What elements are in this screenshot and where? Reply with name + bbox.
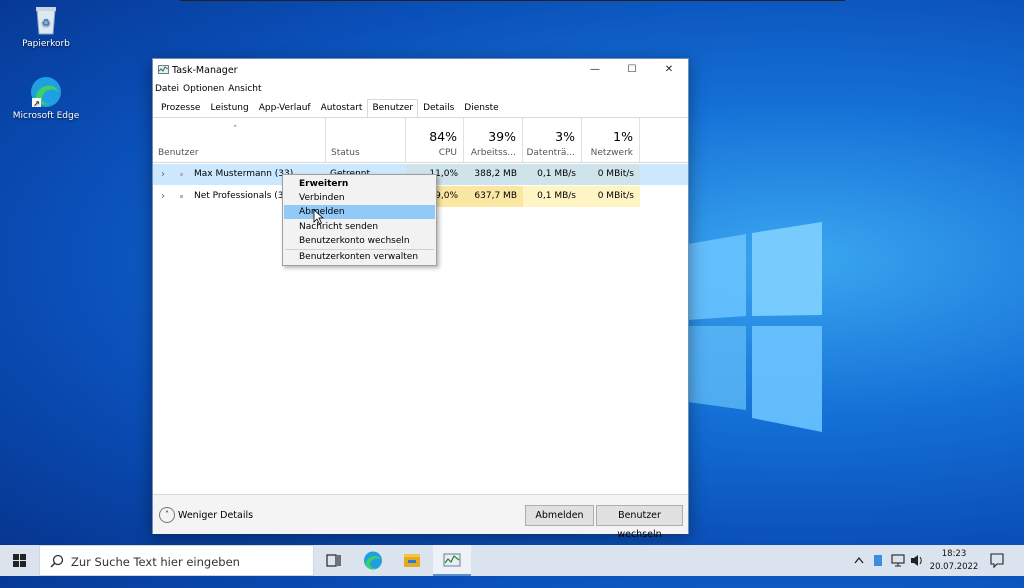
task-manager-icon — [158, 65, 169, 74]
maximize-button[interactable]: ☐ — [615, 61, 649, 79]
windows-start-icon — [13, 554, 26, 567]
desktop-icon-label: Microsoft Edge — [12, 111, 80, 121]
tab-details[interactable]: Details — [418, 99, 459, 118]
row-disk: 0,1 MB/s — [523, 186, 582, 207]
speaker-icon — [911, 555, 922, 566]
column-header-status[interactable]: Status — [326, 118, 406, 162]
column-header-cpu[interactable]: 84% CPU — [406, 118, 464, 162]
memory-total: 39% — [488, 129, 516, 144]
column-label-user: Benutzer — [158, 148, 199, 158]
network-button[interactable] — [891, 545, 905, 576]
taskbar-explorer-button[interactable] — [393, 545, 431, 576]
column-label-memory: Arbeitss... — [470, 148, 516, 158]
disk-total: 3% — [555, 129, 575, 144]
column-label-disk: Datenträ... — [526, 148, 575, 158]
taskbar: Zur Suche Text hier eingeben 18:23 20.07… — [0, 545, 1024, 576]
tab-performance[interactable]: Leistung — [205, 99, 253, 118]
chevron-up-icon — [854, 556, 864, 564]
show-hidden-icons-button[interactable] — [853, 545, 865, 576]
row-user: Net Professionals (30) — [194, 191, 293, 201]
notifications-button[interactable] — [989, 545, 1005, 576]
user-icon — [180, 195, 183, 198]
task-manager-window: Task-Manager — ☐ ✕ Datei Optionen Ansicht … — [152, 58, 689, 540]
row-memory: 388,2 MB — [464, 164, 523, 185]
tab-services[interactable]: Dienste — [459, 99, 503, 118]
close-button[interactable]: ✕ — [652, 61, 686, 79]
recycle-bin-icon: ♻ — [30, 4, 62, 36]
clock-time: 18:23 — [941, 549, 967, 559]
search-icon — [50, 554, 64, 568]
volume-button[interactable] — [910, 545, 924, 576]
column-header-disk[interactable]: 3% Datenträ... — [523, 118, 582, 162]
context-item-logoff[interactable]: Abmelden — [284, 205, 435, 219]
tab-processes[interactable]: Prozesse — [156, 99, 205, 118]
chevron-right-icon[interactable]: › — [161, 164, 165, 185]
taskbar-edge-button[interactable] — [354, 545, 392, 576]
tray-app-button[interactable] — [872, 545, 884, 576]
title-bar[interactable]: Task-Manager — ☐ ✕ — [153, 59, 688, 81]
user-icon — [180, 173, 183, 176]
chevron-up-icon: ˄ — [159, 507, 175, 523]
menu-bar: Datei Optionen Ansicht — [153, 82, 264, 98]
tab-app-history[interactable]: App-Verlauf — [254, 99, 316, 118]
menu-options[interactable]: Optionen — [181, 82, 226, 96]
taskbar-search-box[interactable]: Zur Suche Text hier eingeben — [39, 545, 314, 576]
network-icon — [891, 554, 905, 567]
context-item-switch-account[interactable]: Benutzerkonto wechseln — [284, 234, 435, 248]
svg-text:♻: ♻ — [42, 18, 51, 29]
window-title: Task-Manager — [172, 65, 238, 76]
row-network: 0 MBit/s — [582, 186, 640, 207]
column-header-memory[interactable]: 39% Arbeitss... — [464, 118, 523, 162]
desktop-icon-recycle-bin[interactable]: ♻ Papierkorb — [11, 4, 81, 49]
context-item-expand[interactable]: Erweitern — [284, 177, 435, 191]
desktop-icon-edge[interactable]: ↗ Microsoft Edge — [11, 76, 81, 121]
header-divider — [153, 162, 688, 163]
start-button[interactable] — [0, 545, 39, 576]
less-details-label: Weniger Details — [178, 509, 254, 521]
top-edge-line — [180, 0, 845, 1]
search-placeholder: Zur Suche Text hier eingeben — [71, 555, 240, 569]
row-disk: 0,1 MB/s — [523, 164, 582, 185]
taskbar-clock[interactable]: 18:23 20.07.2022 — [928, 548, 980, 574]
tab-users[interactable]: Benutzer — [367, 99, 419, 118]
task-view-icon — [326, 554, 341, 567]
mouse-cursor-icon — [313, 209, 324, 225]
chevron-right-icon[interactable]: › — [161, 186, 165, 207]
svg-text:↗: ↗ — [33, 99, 40, 108]
tab-strip: Prozesse Leistung App-Verlauf Autostart … — [156, 99, 504, 118]
desktop-icon-label: Papierkorb — [22, 39, 70, 49]
wallpaper-windows-logo — [688, 222, 822, 432]
row-user: Max Mustermann (33) — [194, 169, 294, 179]
column-header-network[interactable]: 1% Netzwerk — [582, 118, 640, 162]
tab-startup[interactable]: Autostart — [316, 99, 368, 118]
menu-file[interactable]: Datei — [153, 82, 181, 96]
folder-icon — [404, 554, 420, 567]
app-tray-icon — [874, 555, 882, 566]
clock-date: 20.07.2022 — [929, 562, 979, 572]
menu-view[interactable]: Ansicht — [226, 82, 263, 96]
minimize-button[interactable]: — — [578, 61, 612, 79]
context-item-connect[interactable]: Verbinden — [284, 191, 435, 205]
switch-user-button[interactable]: Benutzer wechseln — [596, 505, 683, 540]
cpu-total: 84% — [429, 129, 457, 144]
footer-bar: ˄ Weniger Details Abmelden Benutzer wechs… — [153, 494, 688, 540]
task-manager-icon — [443, 553, 461, 567]
context-menu: Erweitern Verbinden Abmelden Nachricht s… — [282, 174, 437, 266]
less-details-toggle[interactable]: ˄ Weniger Details — [159, 507, 253, 523]
logoff-button[interactable]: Abmelden — [525, 505, 594, 526]
network-total: 1% — [613, 129, 633, 144]
row-network: 0 MBit/s — [582, 164, 640, 185]
notification-icon — [990, 553, 1004, 569]
taskbar-task-manager-button[interactable] — [433, 545, 471, 576]
context-item-manage-accounts[interactable]: Benutzerkonten verwalten — [284, 250, 435, 264]
task-view-button[interactable] — [314, 545, 352, 576]
row-memory: 637,7 MB — [464, 186, 523, 207]
edge-icon — [364, 551, 382, 570]
column-header-user[interactable]: Benutzer — [153, 118, 326, 162]
edge-icon: ↗ — [30, 76, 62, 108]
column-label-status: Status — [331, 148, 360, 158]
context-item-send-message[interactable]: Nachricht senden — [284, 220, 435, 234]
column-label-cpu: CPU — [438, 148, 457, 158]
column-label-network: Netzwerk — [590, 148, 633, 158]
